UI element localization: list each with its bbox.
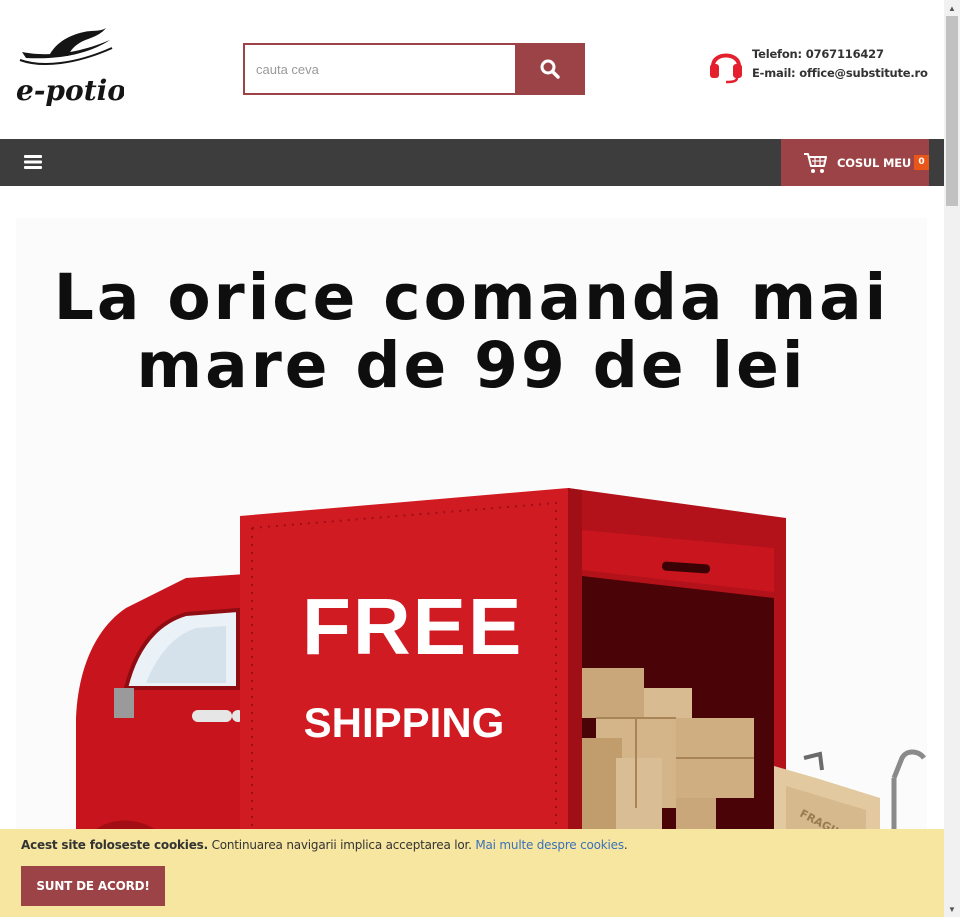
search-button[interactable] (515, 43, 585, 95)
delivery-truck-illustration: FRAGILE (76, 488, 926, 858)
cookie-info-link[interactable]: Mai multe despre cookies (475, 838, 624, 852)
page-scrollbar[interactable]: ▲ ▼ (944, 0, 960, 917)
search-icon (540, 59, 560, 79)
witch-hat-logo-icon: e-potion (16, 28, 146, 107)
scroll-down-arrow-icon[interactable]: ▼ (944, 901, 960, 917)
hamburger-icon (24, 155, 42, 169)
cart-label: COSUL MEU (837, 155, 912, 170)
site-logo[interactable]: e-potion (12, 26, 146, 118)
cookie-body-text: Continuarea navigarii implica acceptarea… (211, 838, 472, 852)
cookie-trailing: . (623, 838, 628, 852)
cookie-message: Acest site foloseste cookies. Continuare… (21, 838, 628, 852)
search-bar (243, 43, 585, 95)
email-label: E-mail: (752, 66, 796, 80)
email-address[interactable]: office@substitute.ro (799, 66, 928, 80)
site-header: e-potion Telefon: 0767116427 E-mail: (0, 0, 944, 139)
shopping-cart-icon (804, 152, 827, 173)
cart-count-badge: 0 (914, 155, 929, 170)
scroll-thumb[interactable] (946, 16, 958, 206)
cookie-bold-text: Acest site foloseste cookies. (21, 838, 208, 852)
contact-details: Telefon: 0767116427 E-mail: office@subst… (752, 45, 928, 83)
search-input[interactable] (243, 43, 515, 95)
svg-text:e-potion: e-potion (16, 74, 124, 107)
free-shipping-banner[interactable]: La orice comanda mai mare de 99 de lei F… (16, 218, 927, 858)
headset-icon (710, 53, 742, 84)
cart-button[interactable]: COSUL MEU 0 (781, 139, 929, 186)
scroll-up-arrow-icon[interactable]: ▲ (944, 0, 960, 16)
phone-number[interactable]: 0767116427 (806, 47, 884, 61)
cookie-accept-button[interactable]: SUNT DE ACORD! (21, 866, 165, 906)
phone-label: Telefon: (752, 47, 802, 61)
phone-line: Telefon: 0767116427 (752, 45, 928, 64)
main-nav: COSUL MEU 0 (0, 139, 944, 186)
page: e-potion Telefon: 0767116427 E-mail: (0, 0, 960, 917)
contact-info: Telefon: 0767116427 E-mail: office@subst… (708, 44, 928, 84)
free-shipping-title: FREE (302, 582, 524, 671)
free-shipping-subtitle: SHIPPING (303, 699, 505, 746)
email-line: E-mail: office@substitute.ro (752, 64, 928, 83)
cookie-consent-bar: Acest site foloseste cookies. Continuare… (0, 829, 944, 917)
menu-button[interactable] (18, 151, 48, 173)
